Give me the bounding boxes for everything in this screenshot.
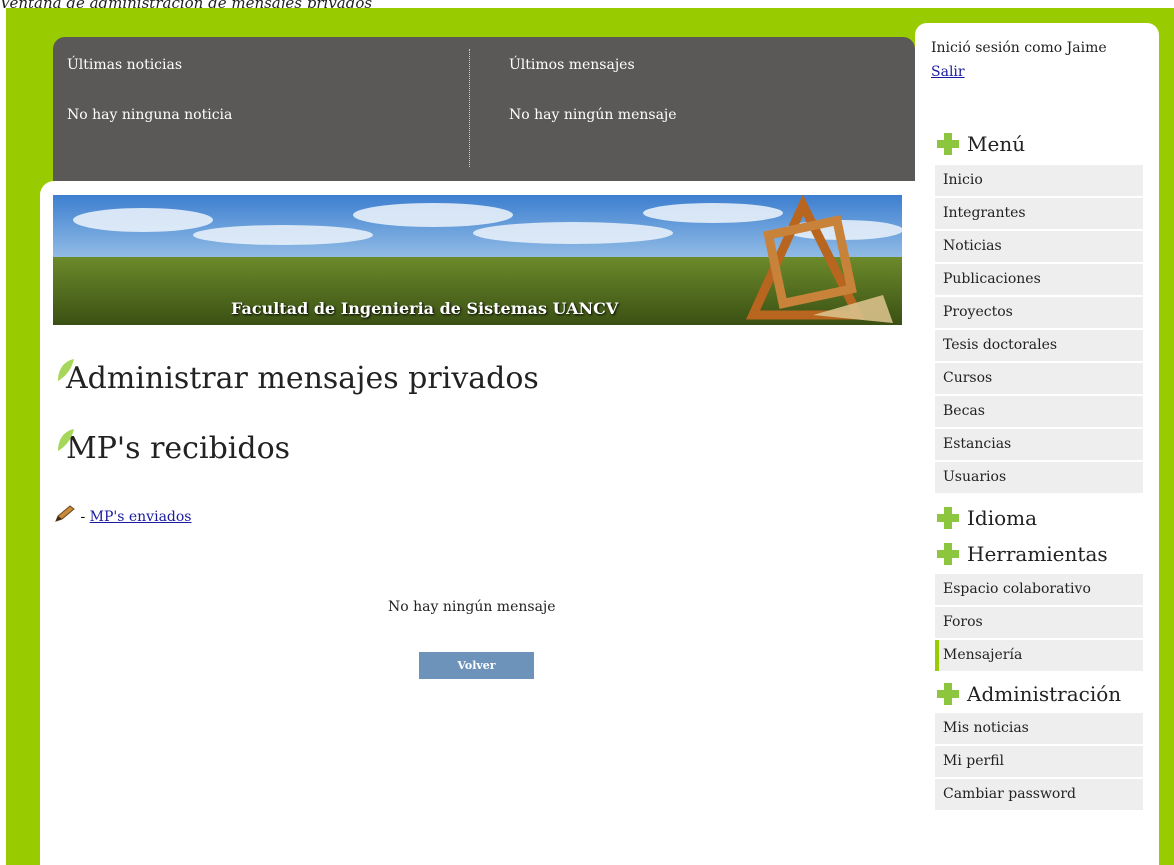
logout-link[interactable]: Salir [931, 64, 1107, 80]
menu-item-cursos[interactable]: Cursos [935, 363, 1143, 394]
menu-item-cambiar-password[interactable]: Cambiar password [935, 779, 1143, 810]
language-section-title: Idioma [967, 506, 1038, 530]
menu-item-estancias[interactable]: Estancias [935, 429, 1143, 460]
leaf-icon [58, 359, 74, 381]
leaf-icon [58, 429, 74, 451]
menu-item-publicaciones[interactable]: Publicaciones [935, 264, 1143, 295]
login-status-text: Inició sesión como Jaime [931, 40, 1107, 56]
menu-section-header[interactable]: Menú [935, 131, 1025, 157]
menu-item-mis-noticias[interactable]: Mis noticias [935, 713, 1143, 744]
section-title: MP's recibidos [58, 429, 291, 466]
section-title-text: MP's recibidos [66, 431, 291, 466]
menu-item-mi-perfil[interactable]: Mi perfil [935, 746, 1143, 777]
language-section-header[interactable]: Idioma [935, 505, 1037, 531]
menu-section-title: Menú [967, 132, 1026, 156]
back-button[interactable]: Volver [419, 652, 534, 679]
menu-item-usuarios[interactable]: Usuarios [935, 462, 1143, 493]
menu-item-becas[interactable]: Becas [935, 396, 1143, 427]
menu-item-proyectos[interactable]: Proyectos [935, 297, 1143, 328]
latest-messages-column: Últimos mensajes No hay ningún mensaje [509, 57, 677, 123]
window-caption: Ventana de administración de mensajes pr… [0, 0, 373, 12]
pencil-icon [55, 505, 75, 522]
sent-messages-row: - MP's enviados [54, 505, 192, 525]
admin-section-header[interactable]: Administración [935, 681, 1121, 707]
plus-icon [937, 683, 959, 705]
sent-messages-link[interactable]: MP's enviados [90, 509, 192, 525]
menu-item-integrantes[interactable]: Integrantes [935, 198, 1143, 229]
banner-title: Facultad de Ingenieria de Sistemas UANCV [231, 299, 619, 318]
empty-messages-text: No hay ningún mensaje [388, 599, 556, 615]
tools-section-title: Herramientas [967, 542, 1108, 566]
login-info: Inició sesión como Jaime Salir [931, 40, 1107, 80]
menu-item-mensajeria[interactable]: Mensajería [935, 640, 1143, 671]
menu-item-foros[interactable]: Foros [935, 607, 1143, 638]
plus-icon [937, 543, 959, 565]
page-title: Administrar mensajes privados [58, 359, 539, 396]
menu-item-noticias[interactable]: Noticias [935, 231, 1143, 262]
menu-item-tesis[interactable]: Tesis doctorales [935, 330, 1143, 361]
plus-icon [937, 507, 959, 529]
plus-icon [937, 133, 959, 155]
sent-separator: - [80, 509, 86, 525]
latest-messages-text: No hay ningún mensaje [509, 107, 677, 123]
menu-item-inicio[interactable]: Inicio [935, 165, 1143, 196]
latest-news-text: No hay ninguna noticia [67, 107, 233, 123]
latest-news-title: Últimas noticias [67, 57, 183, 73]
page-title-text: Administrar mensajes privados [66, 361, 539, 396]
tools-section-header[interactable]: Herramientas [935, 541, 1108, 567]
latest-news-column: Últimas noticias No hay ninguna noticia [67, 57, 232, 123]
menu-item-espacio-colaborativo[interactable]: Espacio colaborativo [935, 574, 1143, 605]
news-divider [469, 49, 470, 167]
admin-section-title: Administración [967, 682, 1122, 706]
news-panel: Últimas noticias No hay ninguna noticia … [53, 37, 915, 181]
latest-messages-title: Últimos mensajes [509, 57, 635, 73]
header-banner: Facultad de Ingenieria de Sistemas UANCV [53, 195, 902, 325]
